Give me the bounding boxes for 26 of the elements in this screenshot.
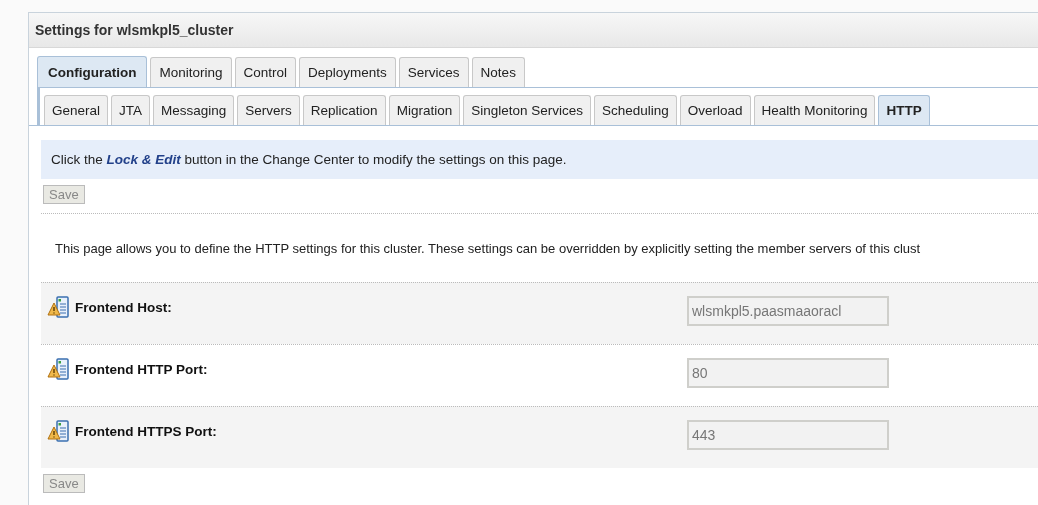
tab[interactable]: Control bbox=[234, 57, 297, 87]
tab[interactable]: General bbox=[44, 95, 109, 125]
tab[interactable]: Overload bbox=[679, 95, 751, 125]
tab[interactable]: Migration bbox=[388, 95, 461, 125]
tab[interactable]: Replication bbox=[302, 95, 386, 125]
tab[interactable]: Services bbox=[398, 57, 469, 87]
tab[interactable]: Servers bbox=[237, 95, 300, 125]
warning-document-icon bbox=[47, 358, 71, 380]
info-message: Click the Lock & Edit button in the Change Center to modify the settings on this page. bbox=[41, 140, 1038, 179]
tab[interactable]: Deployments bbox=[299, 57, 396, 87]
warning-document-icon bbox=[47, 420, 71, 442]
tab[interactable]: Notes bbox=[471, 57, 525, 87]
tab[interactable]: Scheduling bbox=[594, 95, 677, 125]
tab[interactable]: Messaging bbox=[153, 95, 235, 125]
tab[interactable]: JTA bbox=[111, 95, 151, 125]
field-label: Frontend Host: bbox=[75, 299, 172, 315]
warning-document-icon bbox=[47, 296, 71, 318]
panel-title: Settings for wlsmkpl5_cluster bbox=[29, 13, 1038, 48]
tab[interactable]: Singleton Services bbox=[463, 95, 591, 125]
tab[interactable]: Monitoring bbox=[150, 57, 232, 87]
tab[interactable]: Configuration bbox=[37, 56, 148, 87]
field-label: Frontend HTTPS Port: bbox=[75, 423, 217, 439]
page-description: This page allows you to define the HTTP settings for this cluster. These settings can be overridden by explicitly setting the member servers of this clust bbox=[54, 240, 922, 258]
field-label: Frontend HTTP Port: bbox=[75, 361, 208, 377]
tab[interactable]: HTTP bbox=[878, 95, 930, 125]
tab[interactable]: Health Monitoring bbox=[753, 95, 876, 125]
